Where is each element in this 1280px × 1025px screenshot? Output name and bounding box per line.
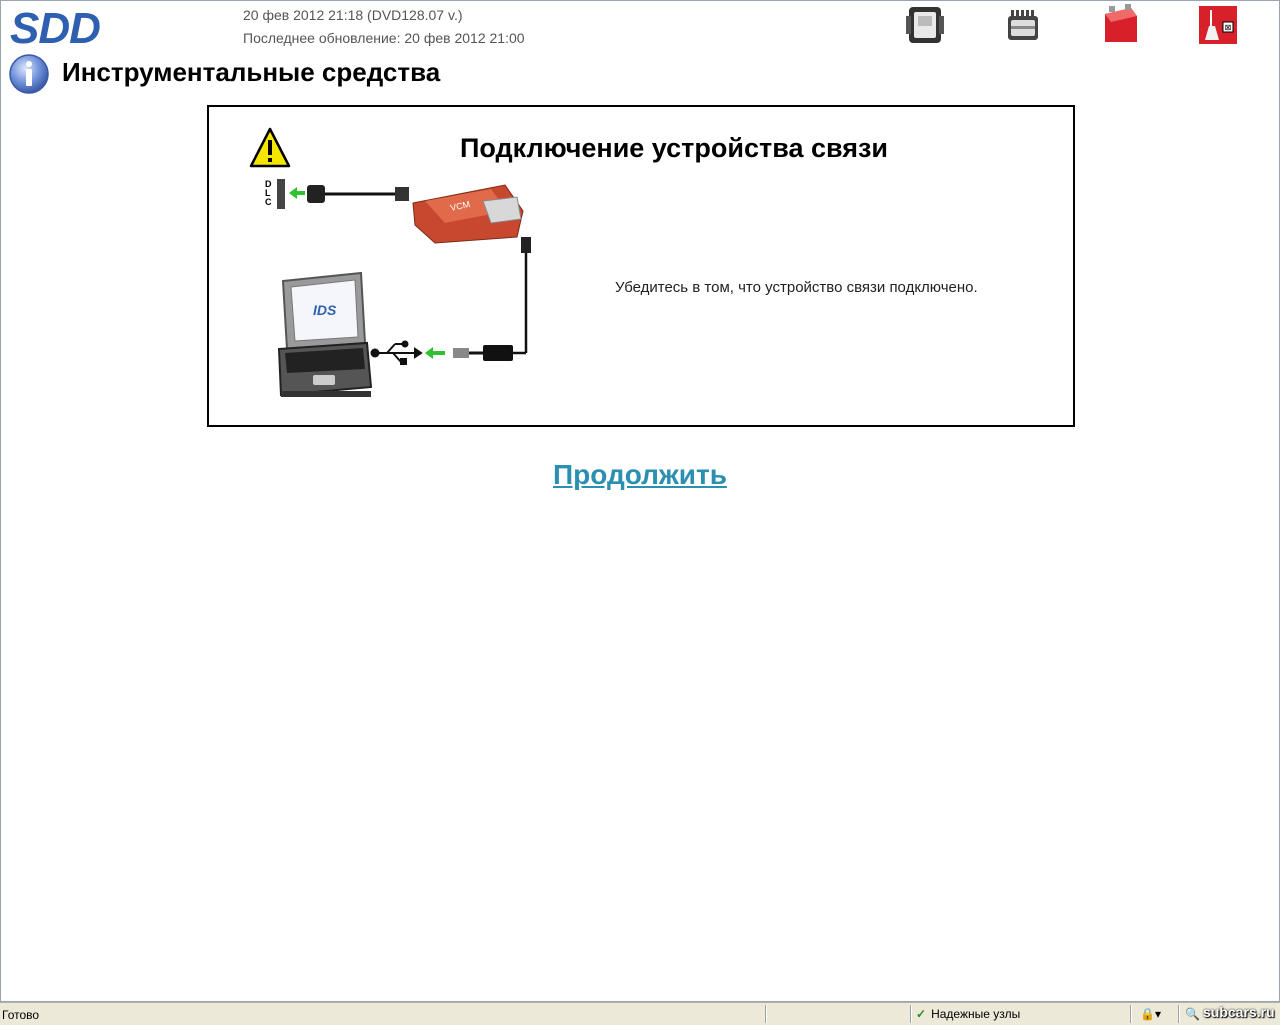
red-tool-icon[interactable]: ⊠ (1197, 4, 1239, 46)
connect-device-panel: Подключение устройства связи D L C VCM I… (207, 105, 1075, 427)
vci-device-icon[interactable] (904, 4, 946, 46)
warning-icon (249, 127, 291, 169)
status-separator (910, 1005, 911, 1023)
continue-link[interactable]: Продолжить (553, 459, 727, 491)
connection-diagram: D L C VCM IDS (255, 173, 555, 403)
dlc-letter-c: C (265, 197, 272, 207)
status-separator (1130, 1005, 1131, 1023)
status-bar: Готово ✓ Надежные узлы 🔒▾ 🔍 (0, 1002, 1280, 1025)
session-info: 20 фев 2012 21:18 (DVD128.07 v.) (243, 7, 463, 23)
security-zone-label: Надежные узлы (931, 1007, 1021, 1021)
page-title: Инструментальные средства (62, 57, 441, 87)
protected-mode-icon[interactable]: 🔒▾ (1140, 1007, 1161, 1021)
status-separator (765, 1005, 766, 1023)
security-zone[interactable]: ✓ Надежные узлы (916, 1007, 1020, 1021)
laptop-ids-label: IDS (313, 302, 337, 318)
status-ready-text: Готово (2, 1008, 40, 1022)
sdd-logo: SDD (10, 4, 101, 53)
zoom-icon[interactable]: 🔍 (1185, 1007, 1200, 1021)
check-icon: ✓ (916, 1007, 927, 1021)
info-icon (8, 53, 50, 95)
connect-instruction: Убедитесь в том, что устройство связи по… (615, 279, 978, 296)
red-battery-icon[interactable] (1099, 4, 1141, 46)
panel-title: Подключение устройства связи (459, 133, 889, 163)
status-separator (1178, 1005, 1179, 1023)
watermark: subcars.ru (1203, 1004, 1275, 1020)
ecu-module-icon[interactable] (1002, 4, 1044, 46)
last-update-info: Последнее обновление: 20 фев 2012 21:00 (243, 30, 525, 46)
svg-text:⊠: ⊠ (1225, 23, 1232, 32)
